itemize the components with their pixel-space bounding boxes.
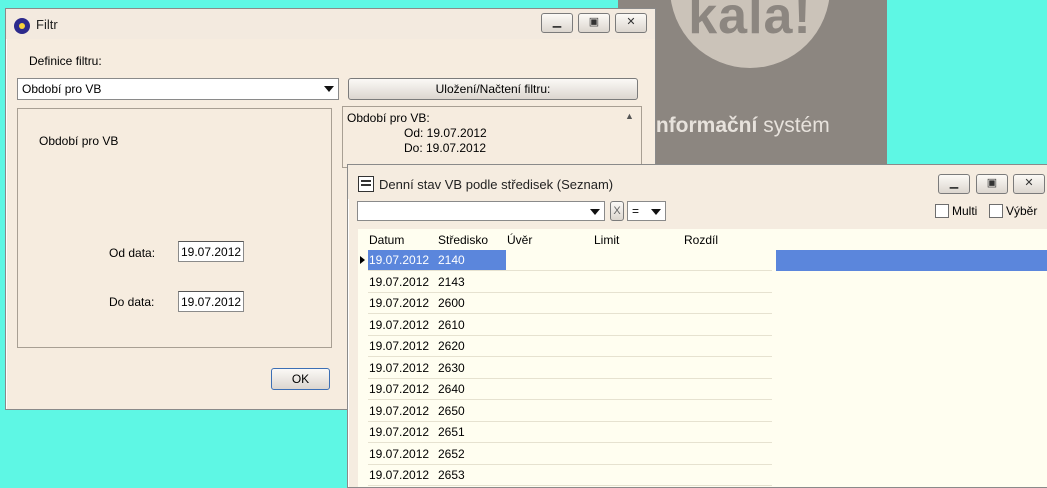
cell-datum: 19.07.2012 [369, 317, 430, 332]
table-row[interactable]: 19.07.2012 2620 [358, 336, 1047, 357]
filter-definition-select[interactable]: Období pro VB [17, 78, 339, 100]
vyber-checkbox[interactable] [989, 204, 1003, 218]
summary-line-2: Od: 19.07.2012 [404, 126, 487, 140]
multi-label: Multi [952, 204, 978, 218]
cell-stredisko: 2630 [438, 360, 465, 375]
logo-brand-text: kala! [688, 0, 812, 45]
list-window-icon [358, 176, 374, 192]
operator-value: = [632, 204, 640, 218]
app-icon [14, 18, 30, 34]
table-row[interactable]: 19.07.2012 2650 [358, 401, 1047, 422]
summary-line-3: Do: 19.07.2012 [404, 141, 487, 155]
cell-datum: 19.07.2012 [369, 425, 430, 439]
cell-stredisko: 2600 [438, 296, 465, 310]
od-label: Od data: [109, 246, 156, 260]
maximize-button[interactable]: ▣ [578, 13, 610, 33]
filtr-titlebar[interactable]: Filtr ▁ ▣ ✕ [6, 9, 655, 39]
do-label: Do data: [109, 295, 155, 309]
table-row[interactable]: 19.07.2012 2140 [358, 250, 1047, 271]
cell-stredisko: 2610 [438, 317, 465, 332]
table-row[interactable]: 19.07.2012 2610 [358, 315, 1047, 336]
column-header-uver[interactable]: Úvěr [507, 233, 532, 247]
minimize-button[interactable]: ▁ [938, 174, 970, 194]
grid-header: Datum Středisko Úvěr Limit Rozdíl [358, 229, 1047, 249]
cell-stredisko: 2650 [438, 403, 465, 418]
seznam-title: Denní stav VB podle středisek (Seznam) [379, 177, 614, 192]
table-row[interactable]: 19.07.2012 2143 [358, 272, 1047, 293]
row-highlight [776, 250, 1047, 271]
multi-checkbox[interactable] [935, 204, 949, 218]
save-load-filter-button[interactable]: Uložení/Načtení filtru: [348, 78, 638, 100]
maximize-button[interactable]: ▣ [976, 174, 1008, 194]
close-button[interactable]: ✕ [615, 13, 647, 33]
logo-tagline: informační systém [650, 114, 830, 138]
vyber-label: Výběr [1006, 204, 1038, 218]
table-row[interactable]: 19.07.2012 2640 [358, 379, 1047, 400]
column-header-datum[interactable]: Datum [369, 233, 404, 247]
cell-stredisko: 2651 [438, 425, 465, 439]
filter-params-panel: Období pro VB Od data: 19.07.2012 Do dat… [17, 108, 332, 348]
cell-datum: 19.07.2012 [369, 274, 430, 289]
summary-line-1: Období pro VB: [347, 111, 430, 125]
cell-datum: 19.07.2012 [369, 403, 430, 418]
chevron-down-icon[interactable] [651, 209, 661, 215]
cell-datum: 19.07.2012 [369, 446, 430, 461]
data-grid[interactable]: Datum Středisko Úvěr Limit Rozdíl 19.07.… [358, 229, 1047, 487]
scroll-up-icon[interactable]: ▲ [625, 111, 634, 121]
current-row-marker-icon [360, 256, 365, 264]
od-date-input[interactable]: 19.07.2012 [178, 241, 244, 262]
cell-datum: 19.07.2012 [369, 339, 430, 353]
filter-summary-panel: Období pro VB: Od: 19.07.2012 Do: 19.07.… [342, 106, 642, 168]
cell-stredisko: 2140 [438, 253, 465, 267]
seznam-titlebar[interactable]: Denní stav VB podle středisek (Seznam) ▁… [348, 165, 1047, 199]
panel-heading: Období pro VB [39, 134, 119, 148]
logo-tagline-bold: informační [650, 114, 758, 137]
table-row[interactable]: 19.07.2012 2630 [358, 358, 1047, 379]
clear-filter-button[interactable]: X [610, 201, 624, 221]
close-button[interactable]: ✕ [1013, 174, 1045, 194]
column-filter-select[interactable] [357, 201, 605, 221]
table-row[interactable]: 19.07.2012 2651 [358, 422, 1047, 443]
cell-datum: 19.07.2012 [369, 296, 430, 310]
logo-tagline-rest: systém [757, 114, 830, 137]
seznam-window: Denní stav VB podle středisek (Seznam) ▁… [347, 164, 1047, 488]
cell-datum: 19.07.2012 [369, 382, 430, 396]
column-header-stredisko[interactable]: Středisko [438, 233, 488, 247]
chevron-down-icon[interactable] [324, 86, 334, 92]
filter-definition-value: Období pro VB [22, 82, 102, 96]
operator-select[interactable]: = [627, 201, 666, 221]
table-row[interactable]: 19.07.2012 2652 [358, 444, 1047, 465]
chevron-down-icon[interactable] [590, 209, 600, 215]
minimize-button[interactable]: ▁ [541, 13, 573, 33]
table-row[interactable]: 19.07.2012 2653 [358, 465, 1047, 486]
definition-label: Definice filtru: [29, 54, 102, 68]
column-header-limit[interactable]: Limit [594, 233, 619, 247]
cell-stredisko: 2652 [438, 446, 465, 461]
ok-button[interactable]: OK [271, 368, 330, 390]
od-date-value: 19.07.2012 [181, 245, 242, 259]
filtr-title: Filtr [36, 17, 58, 32]
column-header-rozdil[interactable]: Rozdíl [684, 233, 718, 247]
background-logo-panel: kala! informační systém [618, 0, 887, 164]
cell-stredisko: 2640 [438, 382, 465, 396]
cell-stredisko: 2620 [438, 339, 465, 353]
do-date-value: 19.07.2012 [181, 295, 242, 309]
table-row[interactable]: 19.07.2012 2600 [358, 293, 1047, 314]
cell-datum: 19.07.2012 [369, 468, 430, 482]
cell-datum: 19.07.2012 [369, 360, 430, 375]
cell-stredisko: 2653 [438, 468, 465, 482]
do-date-input[interactable]: 19.07.2012 [178, 291, 244, 312]
cell-stredisko: 2143 [438, 274, 465, 289]
cell-datum: 19.07.2012 [369, 253, 430, 267]
